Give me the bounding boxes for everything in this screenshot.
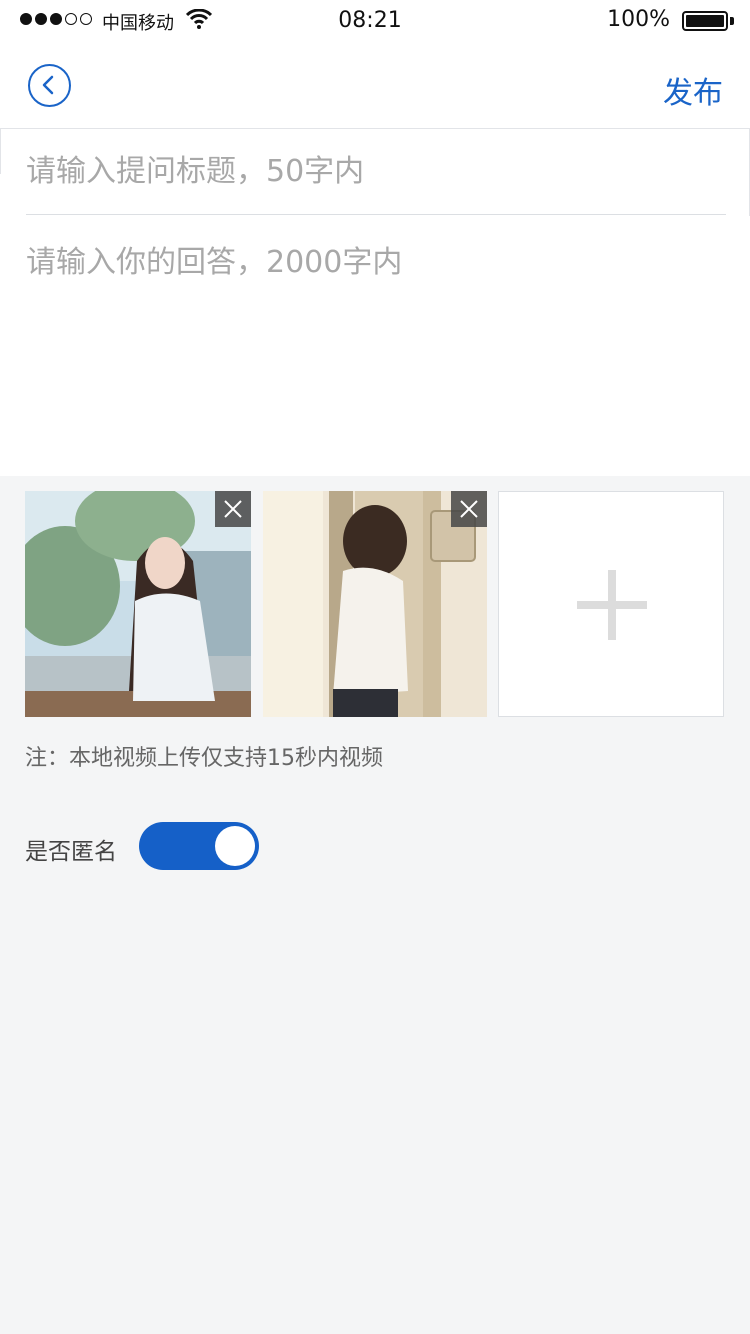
remove-media-button[interactable] bbox=[451, 491, 487, 527]
divider bbox=[0, 128, 1, 174]
battery-nub bbox=[730, 17, 734, 25]
publish-button[interactable]: 发布 bbox=[663, 68, 723, 112]
anonymous-label: 是否匿名 bbox=[25, 839, 117, 865]
media-thumbnail[interactable] bbox=[263, 491, 487, 717]
close-icon bbox=[460, 500, 478, 518]
anonymous-toggle[interactable] bbox=[139, 822, 259, 870]
answer-textarea[interactable] bbox=[26, 241, 726, 461]
navigation-bar: 发布 bbox=[0, 40, 750, 128]
upload-note: 注：本地视频上传仅支持15秒内视频 bbox=[25, 746, 383, 771]
remove-media-button[interactable] bbox=[215, 491, 251, 527]
toggle-knob bbox=[215, 826, 255, 866]
plus-icon bbox=[577, 570, 647, 640]
media-attachments bbox=[25, 491, 725, 717]
chevron-left-icon bbox=[42, 75, 54, 95]
add-media-button[interactable] bbox=[498, 491, 724, 717]
battery-icon bbox=[682, 11, 728, 31]
media-thumbnail[interactable] bbox=[25, 491, 251, 717]
question-title-input[interactable] bbox=[26, 129, 726, 215]
back-button[interactable] bbox=[28, 64, 71, 107]
close-icon bbox=[224, 500, 242, 518]
battery-percentage: 100% bbox=[607, 7, 670, 32]
question-form bbox=[0, 128, 750, 476]
status-bar: 中国移动 08:21 100% bbox=[0, 0, 750, 40]
anonymous-setting: 是否匿名 bbox=[25, 822, 425, 870]
